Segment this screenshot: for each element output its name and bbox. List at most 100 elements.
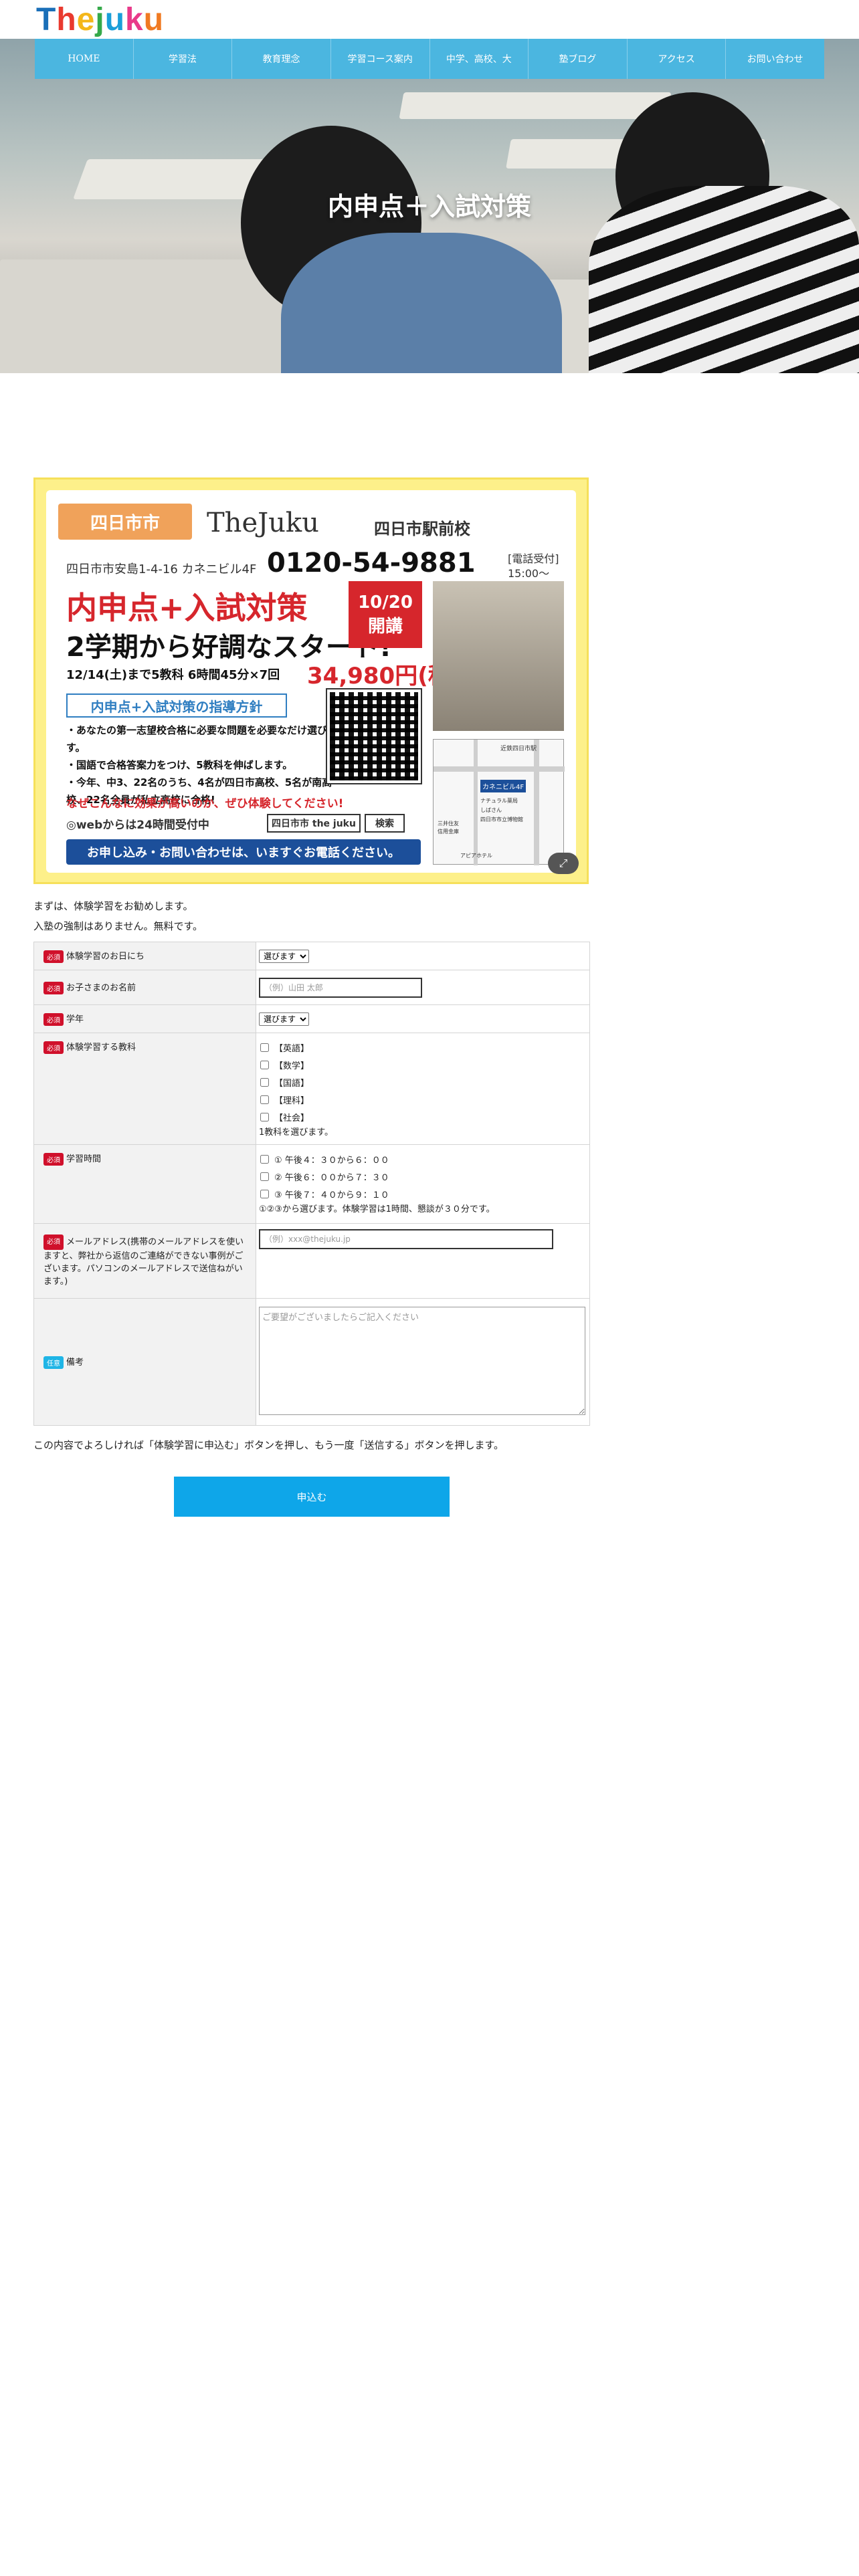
submit-button[interactable]: 申込む bbox=[174, 1477, 450, 1517]
flyer-bottom-banner: お申し込み・お問い合わせは、いますぐお電話ください。 bbox=[66, 839, 421, 865]
subject-checkbox[interactable] bbox=[260, 1112, 269, 1121]
required-badge: 必須 bbox=[43, 982, 64, 994]
time-option-2[interactable]: ② 午後６：００から７：３０ bbox=[259, 1168, 587, 1185]
time-checkbox[interactable] bbox=[260, 1172, 269, 1181]
date-label: 体験学習のお日にち bbox=[66, 952, 145, 962]
flyer-phone: 0120-54-9881 bbox=[267, 548, 476, 578]
time-label: 学習時間 bbox=[66, 1154, 102, 1164]
intro-text: まずは、体験学習をお勧めします。 入塾の強制はありません。無料です。 bbox=[33, 896, 203, 936]
subject-option-english[interactable]: 【英語】 bbox=[259, 1039, 587, 1056]
time-option-1[interactable]: ① 午後４：３０から６：００ bbox=[259, 1150, 587, 1168]
intro-line: 入塾の強制はありません。無料です。 bbox=[33, 920, 203, 932]
name-label-cell: 必須 お子さまのお名前 bbox=[33, 970, 256, 1005]
date-field-cell: 選びます bbox=[256, 942, 590, 970]
subject-checkbox[interactable] bbox=[260, 1095, 269, 1104]
flyer-guide-title: 内申点+入試対策の指導方針 bbox=[66, 693, 287, 718]
subjects-label: 体験学習する教科 bbox=[66, 1043, 136, 1053]
flyer-body: 四日市市 TheJuku 四日市駅前校 四日市市安島1-4-16 カネニビル4F… bbox=[46, 490, 576, 873]
flyer-city-tag: 四日市市 bbox=[58, 504, 192, 540]
site-logo[interactable]: Thejuku bbox=[36, 1, 164, 39]
subjects-note: 1教科を選びます。 bbox=[259, 1128, 333, 1138]
subject-label: 【英語】 bbox=[274, 1043, 310, 1054]
map-road bbox=[474, 740, 478, 865]
hero-banner: 内申点＋入試対策 bbox=[0, 39, 859, 373]
flyer-date-label: 開講 bbox=[367, 616, 403, 637]
flyer-search-button: 検索 bbox=[365, 814, 405, 833]
time-option-3[interactable]: ③ 午後７：４０から９：１０ bbox=[259, 1185, 587, 1202]
nav-item-access[interactable]: アクセス bbox=[628, 39, 727, 79]
hero-desk bbox=[399, 92, 672, 119]
subject-option-japanese[interactable]: 【国語】 bbox=[259, 1073, 587, 1091]
logo-letter: h bbox=[56, 2, 77, 37]
time-checkbox[interactable] bbox=[260, 1154, 269, 1164]
map-label: 近鉄四日市駅 bbox=[500, 746, 537, 752]
nav-item-study-method[interactable]: 学習法 bbox=[134, 39, 233, 79]
flyer-map: 近鉄四日市駅 カネニビル4F ナチュラル薬局 しばさん 四日市市立博物館 三井住… bbox=[433, 739, 565, 865]
map-road bbox=[434, 766, 565, 772]
subjects-label-cell: 必須 体験学習する教科 bbox=[33, 1033, 256, 1145]
subject-option-science[interactable]: 【理科】 bbox=[259, 1091, 587, 1108]
nav-item-contact[interactable]: お問い合わせ bbox=[726, 39, 824, 79]
time-label: ① 午後４：３０から６：００ bbox=[274, 1155, 389, 1166]
flyer-hours-label: [電話受付] bbox=[508, 552, 559, 565]
subject-checkbox[interactable] bbox=[260, 1060, 269, 1069]
remarks-field-cell bbox=[256, 1298, 590, 1426]
required-badge: 必須 bbox=[43, 1013, 64, 1026]
logo-letter: T bbox=[36, 2, 57, 37]
subject-label: 【数学】 bbox=[274, 1061, 310, 1071]
map-label: 三井住友 bbox=[438, 821, 459, 827]
grade-field-cell: 選びます bbox=[256, 1004, 590, 1033]
required-badge: 必須 bbox=[43, 1153, 64, 1166]
flyer-web-text: ◎webからは24時間受付中 bbox=[66, 819, 209, 832]
grade-label: 学年 bbox=[66, 1014, 84, 1025]
nav-item-blog[interactable]: 塾ブログ bbox=[529, 39, 628, 79]
nav-item-philosophy[interactable]: 教育理念 bbox=[232, 39, 331, 79]
flyer-cta: なぜこんなに効果が高いのか、ぜひ体験してください! bbox=[66, 797, 344, 811]
nav-item-courses[interactable]: 学習コース案内 bbox=[331, 39, 430, 79]
trial-form: 必須体験学習のお日にち 選びます 必須お子さまのお名前 必須学年 選びます 必須… bbox=[33, 942, 590, 1426]
email-field-cell bbox=[256, 1223, 590, 1299]
flyer-bullet: ・あなたの第一志望校合格に必要な問題を必要なだけ選びます。 bbox=[66, 724, 338, 754]
time-label: ③ 午後７：４０から９：１０ bbox=[274, 1190, 389, 1200]
subject-label: 【社会】 bbox=[274, 1113, 310, 1123]
flyer-address: 四日市市安島1-4-16 カネニビル4F bbox=[66, 562, 257, 576]
email-input[interactable] bbox=[259, 1229, 553, 1249]
hero-student bbox=[281, 233, 562, 373]
intro-line: まずは、体験学習をお勧めします。 bbox=[33, 900, 193, 912]
map-label: ナチュラル薬局 bbox=[480, 798, 518, 804]
nav-item-home[interactable]: HOME bbox=[35, 39, 134, 79]
flyer-start-date: 10/20 開講 bbox=[349, 581, 422, 648]
optional-badge: 任意 bbox=[43, 1356, 64, 1369]
flyer-date: 10/20 bbox=[358, 592, 413, 613]
date-select[interactable]: 選びます bbox=[259, 949, 309, 963]
remarks-textarea[interactable] bbox=[259, 1306, 585, 1415]
subject-label: 【国語】 bbox=[274, 1078, 310, 1089]
child-name-input[interactable] bbox=[259, 977, 422, 998]
flyer-image: 四日市市 TheJuku 四日市駅前校 四日市市安島1-4-16 カネニビル4F… bbox=[33, 477, 589, 884]
map-label: カネニビル4F bbox=[480, 780, 527, 792]
expand-image-icon[interactable]: ⤢ bbox=[548, 853, 579, 874]
subject-checkbox[interactable] bbox=[260, 1043, 269, 1052]
subject-option-math[interactable]: 【数学】 bbox=[259, 1056, 587, 1073]
grade-select[interactable]: 選びます bbox=[259, 1012, 309, 1026]
grade-label-cell: 必須 学年 bbox=[33, 1004, 256, 1033]
subject-option-social[interactable]: 【社会】 bbox=[259, 1108, 587, 1125]
flyer-headline: 内申点+入試対策 bbox=[66, 590, 308, 626]
time-label-cell: 必須 学習時間 bbox=[33, 1144, 256, 1224]
confirm-instructions: この内容でよろしければ「体験学習に申込む」ボタンを押し、もう一度「送信する」ボタ… bbox=[33, 1439, 504, 1451]
logo-letter: u bbox=[104, 2, 126, 37]
time-label: ② 午後６：００から７：３０ bbox=[274, 1172, 389, 1183]
email-label-cell: 必須 メールアドレス(携帯のメールアドレスを使いますと、弊社から返信のご連絡ができ… bbox=[33, 1223, 256, 1299]
global-nav: HOME 学習法 教育理念 学習コース案内 中学、高校、大 塾ブログ アクセス … bbox=[35, 39, 824, 79]
map-label: アピアホテル bbox=[460, 853, 492, 859]
subject-checkbox[interactable] bbox=[260, 1077, 269, 1087]
logo-letter: j bbox=[95, 2, 105, 37]
required-badge: 必須 bbox=[43, 1234, 64, 1250]
flyer-classroom-photo bbox=[433, 581, 564, 731]
nav-item-schools[interactable]: 中学、高校、大 bbox=[430, 39, 529, 79]
time-field-cell: ① 午後４：３０から６：００ ② 午後６：００から７：３０ ③ 午後７：４０から… bbox=[256, 1144, 590, 1224]
logo-letter: u bbox=[143, 2, 165, 37]
name-label: お子さまのお名前 bbox=[66, 983, 136, 993]
time-checkbox[interactable] bbox=[260, 1189, 269, 1198]
flyer-course-line: 12/14(土)まで5教科 6時間45分×7回 bbox=[66, 668, 280, 682]
